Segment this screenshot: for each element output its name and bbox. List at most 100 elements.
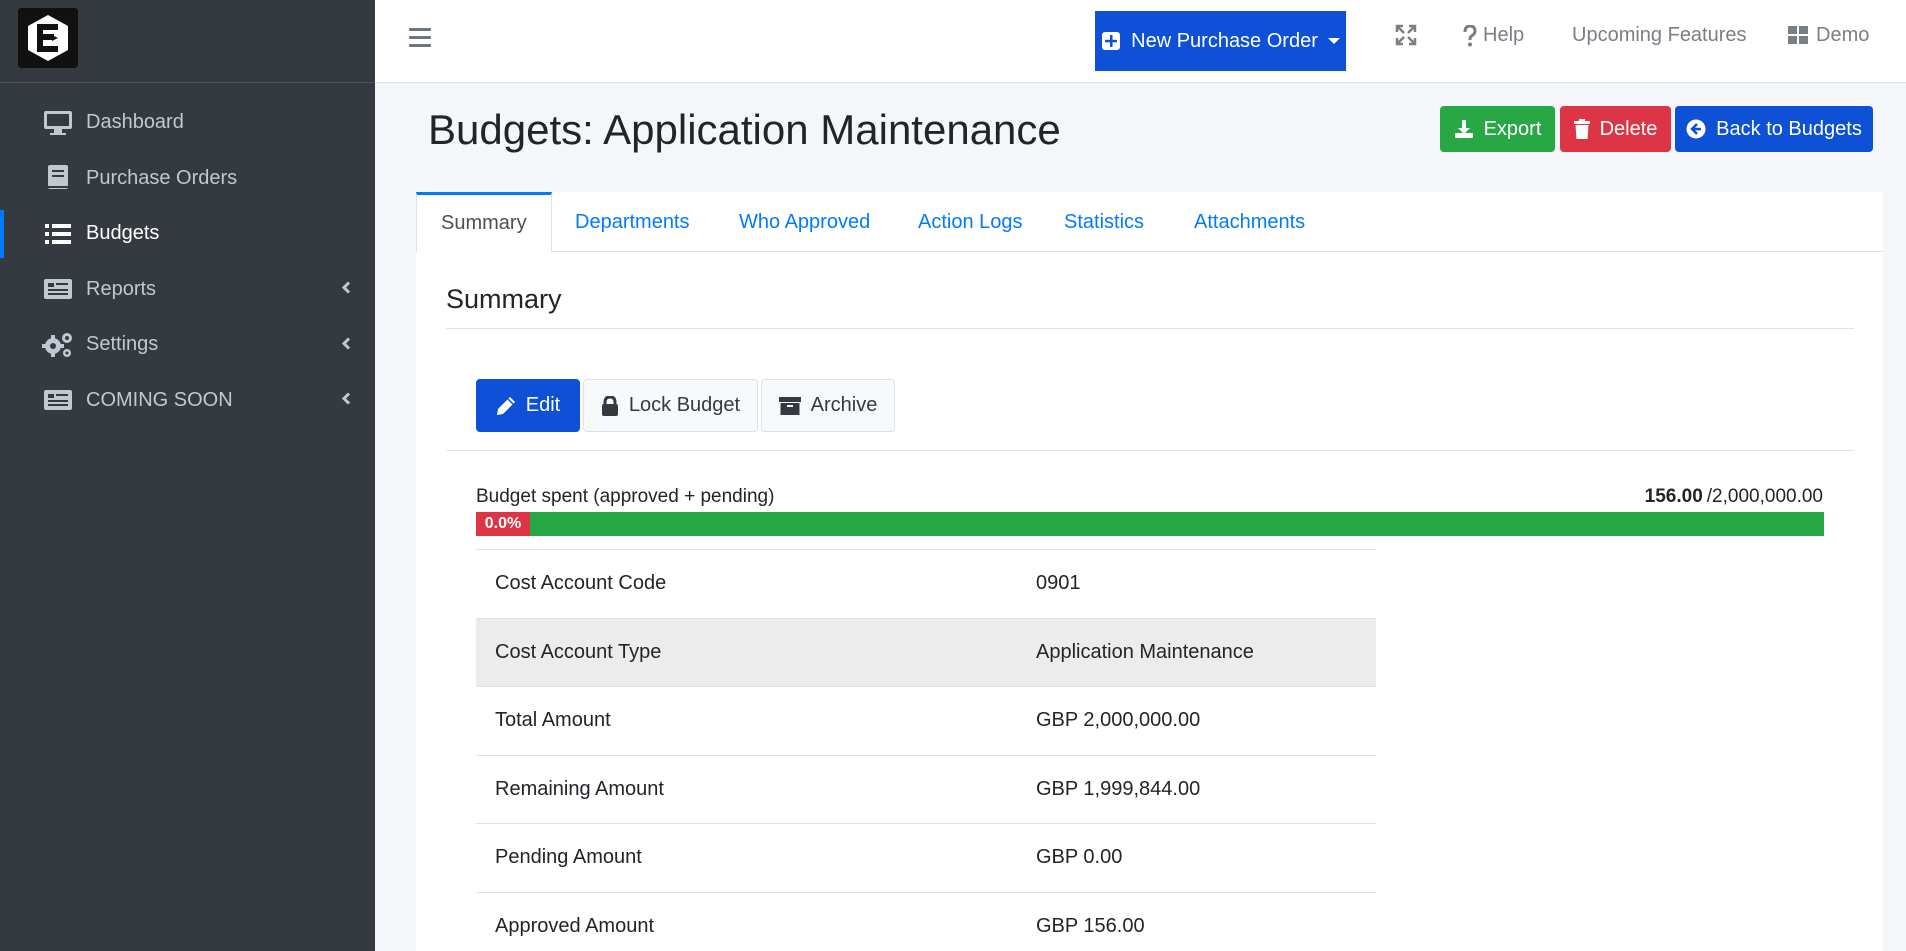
book-icon xyxy=(42,164,74,192)
row-key: Approved Amount xyxy=(476,891,1036,951)
sidebar-item-settings[interactable]: Settings xyxy=(0,317,375,373)
divider xyxy=(446,328,1854,329)
help-label: Help xyxy=(1483,24,1525,46)
topbar: New Purchase Order Help Upcoming Feature… xyxy=(375,0,1906,83)
sidebar-item-label: Dashboard xyxy=(86,111,184,134)
list-icon xyxy=(42,220,74,248)
row-key: Cost Account Code xyxy=(476,549,1036,618)
tab-attachments[interactable]: Attachments xyxy=(1170,192,1329,252)
help-link[interactable]: Help xyxy=(1463,24,1524,47)
tab-departments[interactable]: Departments xyxy=(551,192,714,252)
archive-icon xyxy=(778,396,801,415)
table-row: Remaining Amount GBP 1,999,844.00 xyxy=(476,754,1376,824)
tab-label: Who Approved xyxy=(739,210,871,233)
lock-icon xyxy=(601,395,618,416)
divider xyxy=(446,450,1854,451)
row-key: Pending Amount xyxy=(476,823,1036,892)
pencil-icon xyxy=(496,396,515,415)
upcoming-features-link[interactable]: Upcoming Features xyxy=(1572,24,1747,47)
brand xyxy=(0,0,375,83)
row-key: Cost Account Type xyxy=(476,617,1036,687)
sidebar-item-label: Budgets xyxy=(86,222,160,245)
edit-button[interactable]: Edit xyxy=(476,379,580,432)
section-title: Summary xyxy=(446,284,562,314)
tab-who-approved[interactable]: Who Approved xyxy=(715,192,894,252)
demo-menu[interactable]: Demo xyxy=(1788,24,1869,47)
budget-progress-bar: 0.0% xyxy=(476,512,1824,536)
table-row: Cost Account Type Application Maintenance xyxy=(476,617,1376,687)
caret-down-icon xyxy=(1327,38,1340,44)
sidebar-item-label: Settings xyxy=(86,333,159,356)
export-label: Export xyxy=(1483,117,1542,140)
budget-details-table: Cost Account Code 0901 Cost Account Type Ap… xyxy=(476,549,1376,951)
question-icon xyxy=(1463,24,1477,46)
row-value: GBP 156.00 xyxy=(1036,891,1376,951)
download-icon xyxy=(1454,120,1473,138)
budget-progress-fill: 0.0% xyxy=(476,512,530,536)
table-row: Pending Amount GBP 0.00 xyxy=(476,823,1376,892)
sidebar-item-purchase-orders[interactable]: Purchase Orders xyxy=(0,151,375,207)
new-purchase-order-button[interactable]: New Purchase Order xyxy=(1095,11,1346,71)
chevron-left-icon xyxy=(341,333,351,356)
row-key: Total Amount xyxy=(476,686,1036,755)
archive-button[interactable]: Archive xyxy=(761,379,895,432)
upcoming-features-label: Upcoming Features xyxy=(1572,24,1747,46)
hamburger-menu-icon[interactable] xyxy=(409,28,431,48)
row-value: GBP 1,999,844.00 xyxy=(1036,754,1376,824)
budget-spent-label: Budget spent (approved + pending) xyxy=(476,486,775,507)
table-row: Cost Account Code 0901 xyxy=(476,549,1376,618)
budget-card: Summary Departments Who Approved Action … xyxy=(416,192,1883,951)
expand-icon xyxy=(1395,24,1417,46)
row-value: GBP 0.00 xyxy=(1036,823,1376,892)
archive-label: Archive xyxy=(810,394,878,416)
sidebar-item-label: Reports xyxy=(86,277,157,300)
back-to-budgets-button[interactable]: Back to Budgets xyxy=(1675,106,1873,152)
fullscreen-button[interactable] xyxy=(1395,24,1417,46)
edit-label: Edit xyxy=(525,394,561,416)
chevron-left-icon xyxy=(341,278,351,301)
tab-label: Summary xyxy=(441,212,527,234)
arrow-circle-left-icon xyxy=(1686,119,1706,139)
tab-action-logs[interactable]: Action Logs xyxy=(894,192,1047,252)
plus-square-icon xyxy=(1102,32,1121,50)
demo-label: Demo xyxy=(1816,24,1870,46)
sidebar-nav: Dashboard Purchase Orders Budgets Report… xyxy=(0,83,375,428)
export-button[interactable]: Export xyxy=(1440,106,1555,152)
tab-statistics[interactable]: Statistics xyxy=(1040,192,1168,252)
row-value: 0901 xyxy=(1036,549,1376,618)
tab-label: Attachments xyxy=(1194,210,1306,233)
total-value: /2,000,000.00 xyxy=(1706,486,1823,507)
sidebar-item-reports[interactable]: Reports xyxy=(0,262,375,318)
lock-budget-button[interactable]: Lock Budget xyxy=(583,379,758,432)
sidebar-item-budgets[interactable]: Budgets xyxy=(0,206,375,262)
new-purchase-order-label: New Purchase Order xyxy=(1131,29,1318,52)
row-value: Application Maintenance xyxy=(1036,617,1376,687)
spent-value: 156.00 xyxy=(1644,486,1703,507)
sidebar-item-label: Purchase Orders xyxy=(86,166,238,189)
tab-label: Departments xyxy=(575,210,690,233)
sidebar-item-label: COMING SOON xyxy=(86,388,233,411)
tab-label: Action Logs xyxy=(918,210,1023,233)
logo-icon xyxy=(28,15,68,61)
chevron-left-icon xyxy=(341,389,351,412)
back-to-budgets-label: Back to Budgets xyxy=(1716,117,1862,140)
row-value: GBP 2,000,000.00 xyxy=(1036,686,1376,755)
tab-label: Statistics xyxy=(1064,210,1145,233)
cogs-icon xyxy=(42,331,74,359)
table-row: Total Amount GBP 2,000,000.00 xyxy=(476,686,1376,755)
sidebar-item-dashboard[interactable]: Dashboard xyxy=(0,95,375,151)
report-icon xyxy=(42,275,74,303)
delete-label: Delete xyxy=(1599,117,1658,140)
budget-spent-amount: 156.00 /2,000,000.00 xyxy=(1645,486,1823,508)
sidebar-item-coming-soon[interactable]: COMING SOON xyxy=(0,373,375,429)
grid-icon xyxy=(1788,25,1808,44)
page-title: Budgets: Application Maintenance xyxy=(428,106,1061,153)
tab-summary[interactable]: Summary xyxy=(416,192,552,253)
table-row: Approved Amount GBP 156.00 xyxy=(476,891,1376,951)
tab-bar: Summary Departments Who Approved Action … xyxy=(416,192,1883,253)
app-logo[interactable] xyxy=(18,8,78,68)
trash-icon xyxy=(1573,119,1590,139)
desktop-icon xyxy=(42,109,74,137)
delete-button[interactable]: Delete xyxy=(1560,106,1671,152)
sidebar: Dashboard Purchase Orders Budgets Report… xyxy=(0,0,375,951)
